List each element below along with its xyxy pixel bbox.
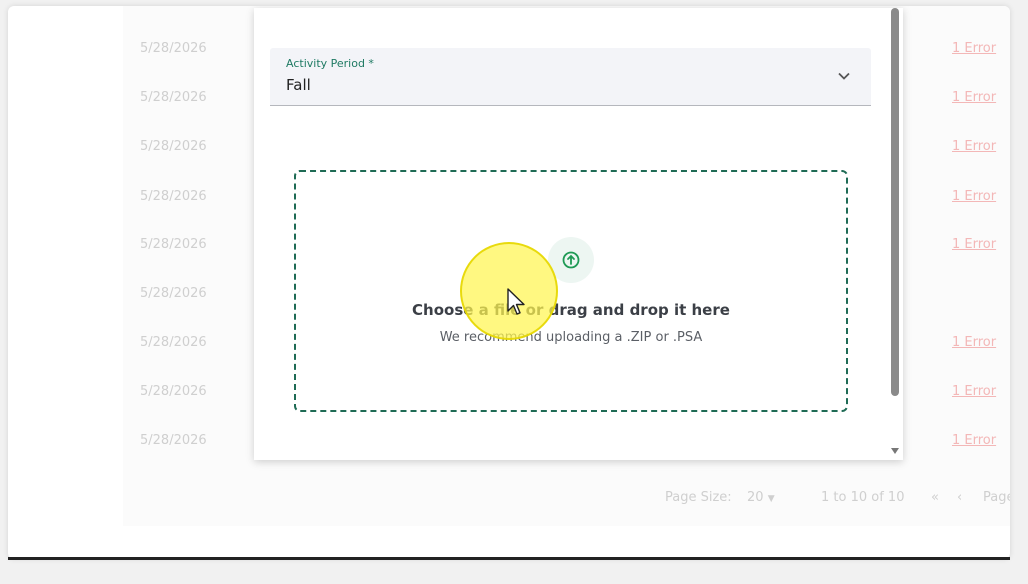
row-error-link[interactable]: 1 Error (952, 335, 996, 350)
prev-page-icon[interactable]: ‹ (957, 490, 962, 505)
row-error-link[interactable]: 1 Error (952, 237, 996, 252)
dialog-scrollbar[interactable] (888, 8, 903, 460)
pagination-bar: Page Size: 20 ▼ 1 to 10 of 10 « ‹ Page (123, 476, 1010, 516)
row-date: 5/28/2026 (140, 237, 207, 252)
row-date: 5/28/2026 (140, 139, 207, 154)
first-page-icon[interactable]: « (931, 490, 939, 505)
page-size-value: 20 (747, 490, 764, 505)
row-error-link[interactable]: 1 Error (952, 384, 996, 399)
row-date: 5/28/2026 (140, 189, 207, 204)
file-dropzone[interactable]: Choose a file or drag and drop it here W… (294, 170, 848, 412)
row-error-link[interactable]: 1 Error (952, 90, 996, 105)
page-range-text: 1 to 10 of 10 (821, 490, 905, 505)
row-error-link[interactable]: 1 Error (952, 433, 996, 448)
page-size-select[interactable]: 20 ▼ (747, 490, 775, 505)
page-label: Page (983, 490, 1010, 505)
page-size-label: Page Size: (665, 490, 732, 505)
row-date: 5/28/2026 (140, 286, 207, 301)
caret-down-icon: ▼ (767, 494, 775, 504)
chevron-down-icon (838, 72, 850, 80)
upload-dialog: Activity Period * Fall Choose a file or … (254, 8, 903, 460)
dropzone-title: Choose a file or drag and drop it here (412, 301, 730, 319)
row-date: 5/28/2026 (140, 90, 207, 105)
row-error-link[interactable]: 1 Error (952, 139, 996, 154)
activity-period-select[interactable]: Activity Period * Fall (270, 48, 871, 106)
row-error-link[interactable]: 1 Error (952, 189, 996, 204)
activity-period-value: Fall (286, 76, 311, 94)
mouse-cursor-icon (507, 288, 525, 315)
row-date: 5/28/2026 (140, 433, 207, 448)
row-error-link[interactable]: 1 Error (952, 41, 996, 56)
activity-period-label: Activity Period * (286, 57, 374, 70)
row-date: 5/28/2026 (140, 384, 207, 399)
row-date: 5/28/2026 (140, 41, 207, 56)
window-bottom-edge (8, 557, 1010, 560)
upload-icon (562, 251, 580, 269)
dropzone-subtitle: We recommend uploading a .ZIP or .PSA (439, 330, 703, 345)
row-date: 5/28/2026 (140, 335, 207, 350)
scroll-down-arrow-icon[interactable] (891, 448, 899, 454)
scrollbar-thumb[interactable] (891, 8, 899, 396)
